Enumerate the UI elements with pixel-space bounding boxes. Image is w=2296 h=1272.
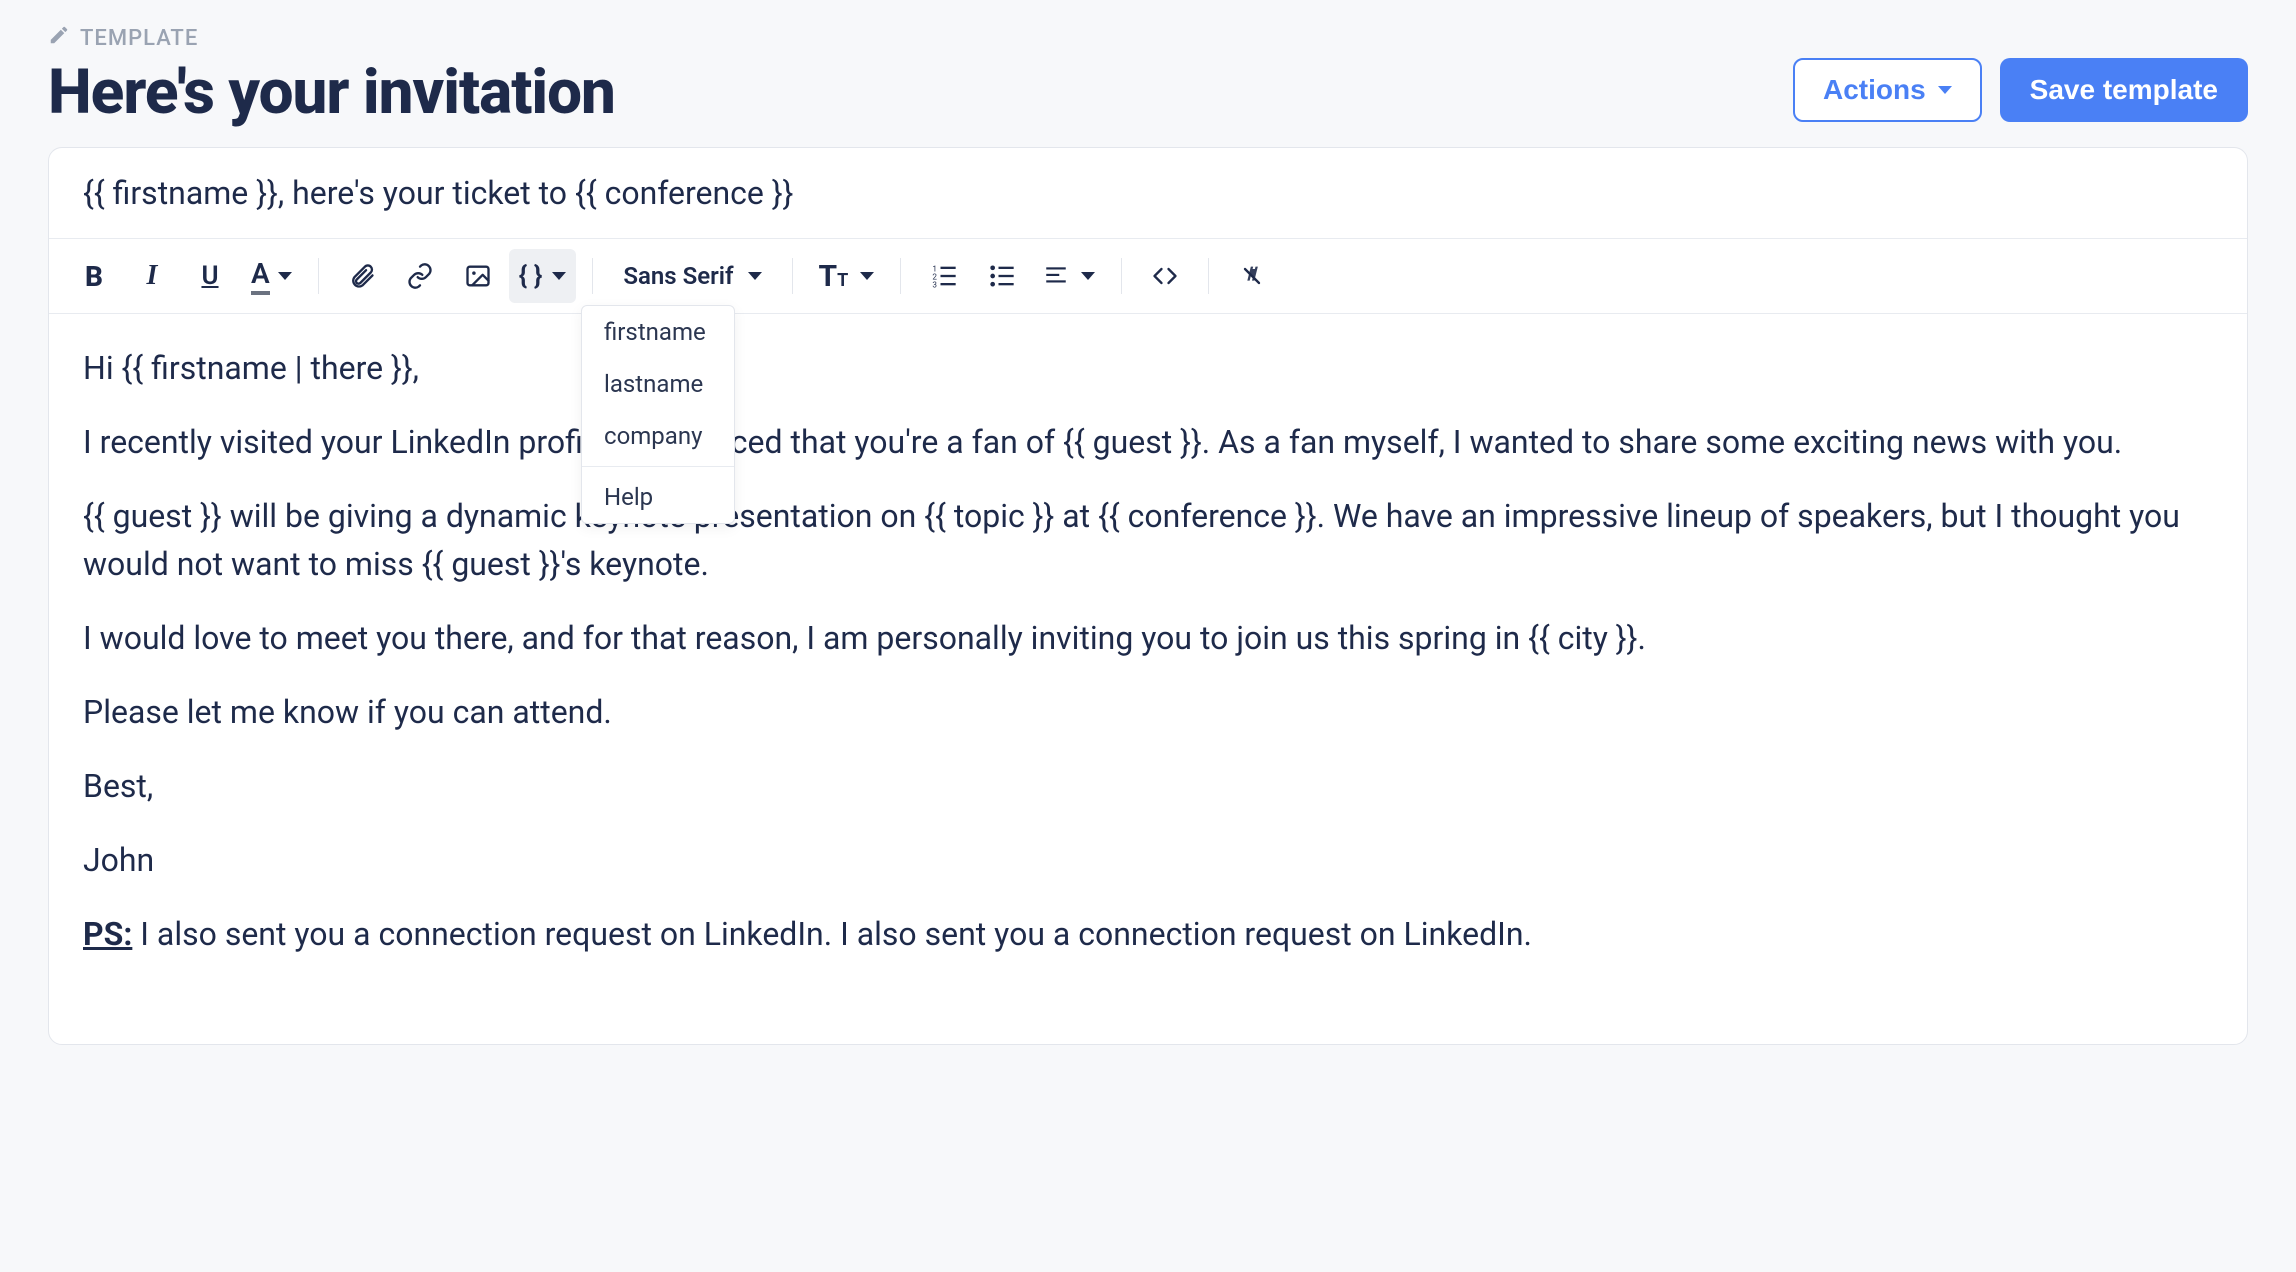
bold-button[interactable]: B (67, 249, 121, 303)
dropdown-divider (582, 466, 734, 467)
pencil-icon (48, 24, 70, 52)
header-buttons: Actions Save template (1793, 58, 2248, 122)
chevron-down-icon (860, 272, 874, 280)
chevron-down-icon (1081, 272, 1095, 280)
placeholder-dropdown: firstname lastname company Help (581, 305, 735, 524)
braces-icon: { } (519, 261, 543, 291)
align-icon (1043, 263, 1069, 289)
breadcrumb-label: TEMPLATE (80, 26, 198, 51)
attachment-button[interactable] (335, 249, 389, 303)
insert-placeholder-button[interactable]: { } (509, 249, 577, 303)
underline-button[interactable]: U (183, 249, 237, 303)
ordered-list-button[interactable]: 123 (917, 249, 971, 303)
subject-text: {{ firstname }}, here's your ticket to {… (83, 174, 793, 212)
chevron-down-icon (552, 272, 566, 280)
toolbar-divider (1121, 258, 1122, 294)
svg-text:3: 3 (933, 280, 938, 290)
link-button[interactable] (393, 249, 447, 303)
placeholder-option-lastname[interactable]: lastname (582, 358, 734, 410)
page-header: TEMPLATE Here's your invitation Actions … (48, 24, 2248, 129)
toolbar-divider (318, 258, 319, 294)
font-family-select[interactable]: Sans Serif (609, 254, 775, 298)
breadcrumb: TEMPLATE (48, 24, 1793, 52)
placeholder-option-company[interactable]: company (582, 410, 734, 462)
align-button[interactable] (1033, 255, 1105, 297)
code-button[interactable] (1138, 249, 1192, 303)
placeholder-help[interactable]: Help (582, 471, 734, 523)
unordered-list-button[interactable] (975, 249, 1029, 303)
ps-label: PS: (83, 915, 132, 953)
actions-button-label: Actions (1823, 74, 1926, 106)
editor-toolbar: B I U A { } Sans Serif T (49, 239, 2247, 314)
text-size-icon: TT (819, 259, 849, 294)
font-family-label: Sans Serif (623, 262, 733, 290)
ps-text: I also sent you a connection request on … (132, 915, 1532, 953)
text-color-icon: A (251, 257, 270, 295)
chevron-down-icon (748, 272, 762, 280)
body-paragraph: Please let me know if you can attend. (83, 688, 2213, 736)
chevron-down-icon (278, 272, 292, 280)
text-size-button[interactable]: TT (809, 251, 885, 302)
code-icon (1151, 262, 1179, 290)
editor-body[interactable]: Hi {{ firstname | there }}, I recently v… (49, 314, 2247, 1044)
editor-card: {{ firstname }}, here's your ticket to {… (48, 147, 2248, 1045)
image-button[interactable] (451, 249, 505, 303)
link-icon (406, 262, 434, 290)
bold-icon: B (85, 260, 103, 293)
actions-button[interactable]: Actions (1793, 58, 1982, 122)
body-ps: PS: I also sent you a connection request… (83, 910, 2213, 958)
italic-icon: I (147, 260, 158, 292)
unordered-list-icon (988, 262, 1016, 290)
save-template-button[interactable]: Save template (2000, 58, 2248, 122)
italic-button[interactable]: I (125, 249, 179, 303)
ordered-list-icon: 123 (930, 262, 958, 290)
body-paragraph: {{ guest }} will be giving a dynamic key… (83, 492, 2213, 588)
toolbar-divider (792, 258, 793, 294)
paperclip-icon (348, 262, 376, 290)
save-template-label: Save template (2030, 74, 2218, 106)
body-sender-name: John (83, 836, 2213, 884)
toolbar-divider (900, 258, 901, 294)
underline-icon: U (201, 261, 218, 291)
body-signoff: Best, (83, 762, 2213, 810)
clear-formatting-button[interactable] (1225, 249, 1279, 303)
text-color-button[interactable]: A (241, 249, 302, 303)
clear-format-icon (1238, 262, 1266, 290)
image-icon (464, 262, 492, 290)
toolbar-divider (1208, 258, 1209, 294)
subject-input[interactable]: {{ firstname }}, here's your ticket to {… (49, 148, 2247, 239)
toolbar-divider (592, 258, 593, 294)
body-paragraph: I recently visited your LinkedIn profile… (83, 418, 2213, 466)
body-paragraph: I would love to meet you there, and for … (83, 614, 2213, 662)
page-title: Here's your invitation (48, 56, 1793, 129)
chevron-down-icon (1938, 86, 1952, 94)
placeholder-option-firstname[interactable]: firstname (582, 306, 734, 358)
body-greeting: Hi {{ firstname | there }}, (83, 344, 2213, 392)
